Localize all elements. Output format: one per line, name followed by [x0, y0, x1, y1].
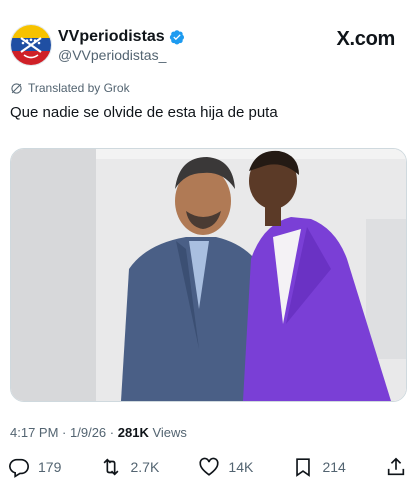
- action-bar: 179 2.7K 14K 214: [8, 453, 407, 481]
- tweet-header: VVperiodistas @VVperiodistas_ X.com: [10, 24, 405, 68]
- verified-badge-icon: [169, 30, 184, 45]
- bookmark-button[interactable]: 214: [292, 456, 346, 478]
- reply-count: 179: [38, 459, 62, 475]
- meta-separator: ·: [109, 425, 115, 440]
- photo-image: [11, 149, 406, 401]
- bookmark-icon: [296, 458, 311, 477]
- share-button[interactable]: [385, 456, 407, 478]
- translated-text: Translated by Grok: [28, 81, 130, 95]
- tweet-time[interactable]: 4:17 PM: [10, 425, 58, 440]
- reply-button[interactable]: 179: [8, 456, 61, 478]
- grok-icon: [11, 82, 22, 94]
- tweet-date[interactable]: 1/9/26: [70, 425, 106, 440]
- repost-icon: [104, 458, 119, 476]
- avatar[interactable]: [10, 24, 52, 66]
- repost-count: 2.7K: [130, 459, 160, 475]
- like-button[interactable]: 14K: [198, 456, 253, 478]
- reply-icon: [9, 458, 29, 478]
- views-count: 281K: [117, 425, 149, 440]
- like-count: 14K: [228, 459, 254, 475]
- author-handle[interactable]: @VVperiodistas_: [58, 47, 166, 63]
- repost-button[interactable]: 2.7K: [100, 456, 159, 478]
- author-name-row[interactable]: VVperiodistas: [58, 28, 185, 46]
- venezuela-flag-avatar-icon: [11, 25, 51, 65]
- heart-icon: [199, 457, 219, 476]
- tweet-meta: 4:17 PM · 1/9/26 · 281K Views: [10, 425, 187, 440]
- tweet-photo[interactable]: [10, 148, 407, 402]
- translated-by-label: Translated by Grok: [10, 81, 130, 95]
- tweet-text: Que nadie se olvide de esta hija de puta: [10, 104, 278, 121]
- share-icon: [387, 457, 405, 476]
- meta-separator: ·: [62, 425, 67, 440]
- bookmark-count: 214: [322, 459, 346, 475]
- author-display-name[interactable]: VVperiodistas: [58, 28, 165, 46]
- views-label: Views: [152, 425, 187, 440]
- x-logo[interactable]: X.com: [336, 28, 395, 51]
